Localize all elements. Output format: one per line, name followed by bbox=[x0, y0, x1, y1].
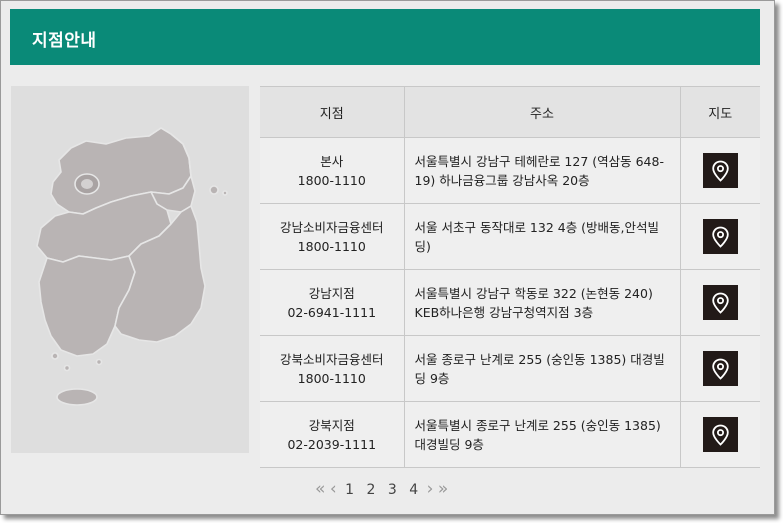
page-number[interactable]: 3 bbox=[388, 482, 397, 498]
map-button[interactable] bbox=[702, 219, 738, 254]
map-pin-icon bbox=[712, 160, 729, 182]
page-number[interactable]: 1 bbox=[345, 482, 354, 498]
table-row: 강남지점 02-6941-1111 서울특별시 강남구 학동로 322 (논현동… bbox=[260, 269, 760, 336]
prev-page-button[interactable]: ‹ bbox=[330, 479, 337, 499]
branch-name: 본사 bbox=[320, 153, 344, 169]
branch-phone: 1800-1110 bbox=[297, 238, 366, 254]
branch-address: 서울특별시 강남구 학동로 322 (논현동 240) KEB하나은행 강남구청… bbox=[403, 269, 680, 336]
map-button[interactable] bbox=[702, 153, 738, 188]
map-cell bbox=[679, 401, 760, 468]
first-page-button[interactable]: « bbox=[315, 479, 325, 499]
page-number[interactable]: 2 bbox=[367, 482, 376, 498]
branch-address: 서울특별시 종로구 난계로 255 (숭인동 1385) 대경빌딩 9층 bbox=[403, 401, 680, 468]
branch-cell: 본사 1800-1110 bbox=[260, 137, 404, 204]
map-pin-icon bbox=[712, 424, 729, 446]
column-header-branch: 지점 bbox=[260, 86, 404, 138]
branch-phone: 02-2039-1111 bbox=[287, 436, 377, 452]
table-row: 본사 1800-1110 서울특별시 강남구 테헤란로 127 (역삼동 648… bbox=[260, 137, 760, 204]
branch-address: 서울 서초구 동작대로 132 4층 (방배동,안석빌딩) bbox=[403, 203, 680, 270]
map-pin-icon bbox=[712, 292, 729, 314]
branch-name: 강북지점 bbox=[308, 417, 355, 433]
korea-map-graphic bbox=[36, 127, 228, 406]
branch-phone: 1800-1110 bbox=[297, 370, 366, 386]
branch-info-window: 지점안내 지점 주소 지도 본사 1800-1110 서울특별시 강남구 테헤란… bbox=[0, 0, 775, 515]
page-title: 지점안내 bbox=[32, 31, 97, 51]
branch-phone: 02-6941-1111 bbox=[287, 304, 377, 320]
table-row: 강북지점 02-2039-1111 서울특별시 종로구 난계로 255 (숭인동… bbox=[260, 401, 760, 468]
branch-address: 서울 종로구 난계로 255 (숭인동 1385) 대경빌딩 9층 bbox=[403, 335, 680, 402]
table-row: 강북소비자금융센터 1800-1110 서울 종로구 난계로 255 (숭인동 … bbox=[260, 335, 760, 402]
korea-map bbox=[11, 86, 249, 453]
map-cell bbox=[679, 269, 760, 336]
branch-cell: 강북소비자금융센터 1800-1110 bbox=[260, 335, 404, 402]
branch-phone: 1800-1110 bbox=[297, 172, 366, 188]
map-cell bbox=[679, 137, 760, 204]
map-cell bbox=[679, 335, 760, 402]
branch-name: 강남지점 bbox=[308, 285, 355, 301]
branch-cell: 강남지점 02-6941-1111 bbox=[260, 269, 404, 336]
pagination: « ‹ 1 2 3 4 › » bbox=[315, 479, 448, 499]
page-number[interactable]: 4 bbox=[409, 482, 418, 498]
branch-table: 지점 주소 지도 본사 1800-1110 서울특별시 강남구 테헤란로 127… bbox=[260, 86, 760, 468]
column-header-address: 주소 bbox=[403, 86, 680, 138]
branch-cell: 강남소비자금융센터 1800-1110 bbox=[260, 203, 404, 270]
map-pin-icon bbox=[712, 358, 729, 380]
table-row: 강남소비자금융센터 1800-1110 서울 서초구 동작대로 132 4층 (… bbox=[260, 203, 760, 270]
column-header-map: 지도 bbox=[679, 86, 760, 138]
branch-name: 강북소비자금융센터 bbox=[279, 351, 384, 367]
last-page-button[interactable]: » bbox=[438, 479, 448, 499]
branch-cell: 강북지점 02-2039-1111 bbox=[260, 401, 404, 468]
header-bar: 지점안내 bbox=[10, 9, 760, 65]
map-button[interactable] bbox=[702, 351, 738, 386]
branch-address: 서울특별시 강남구 테헤란로 127 (역삼동 648-19) 하나금융그룹 강… bbox=[403, 137, 680, 204]
map-pin-icon bbox=[712, 226, 729, 248]
table-header-row: 지점 주소 지도 bbox=[260, 86, 760, 138]
next-page-button[interactable]: › bbox=[427, 479, 434, 499]
branch-name: 강남소비자금융센터 bbox=[279, 219, 384, 235]
map-button[interactable] bbox=[702, 285, 738, 320]
map-cell bbox=[679, 203, 760, 270]
map-button[interactable] bbox=[702, 417, 738, 452]
